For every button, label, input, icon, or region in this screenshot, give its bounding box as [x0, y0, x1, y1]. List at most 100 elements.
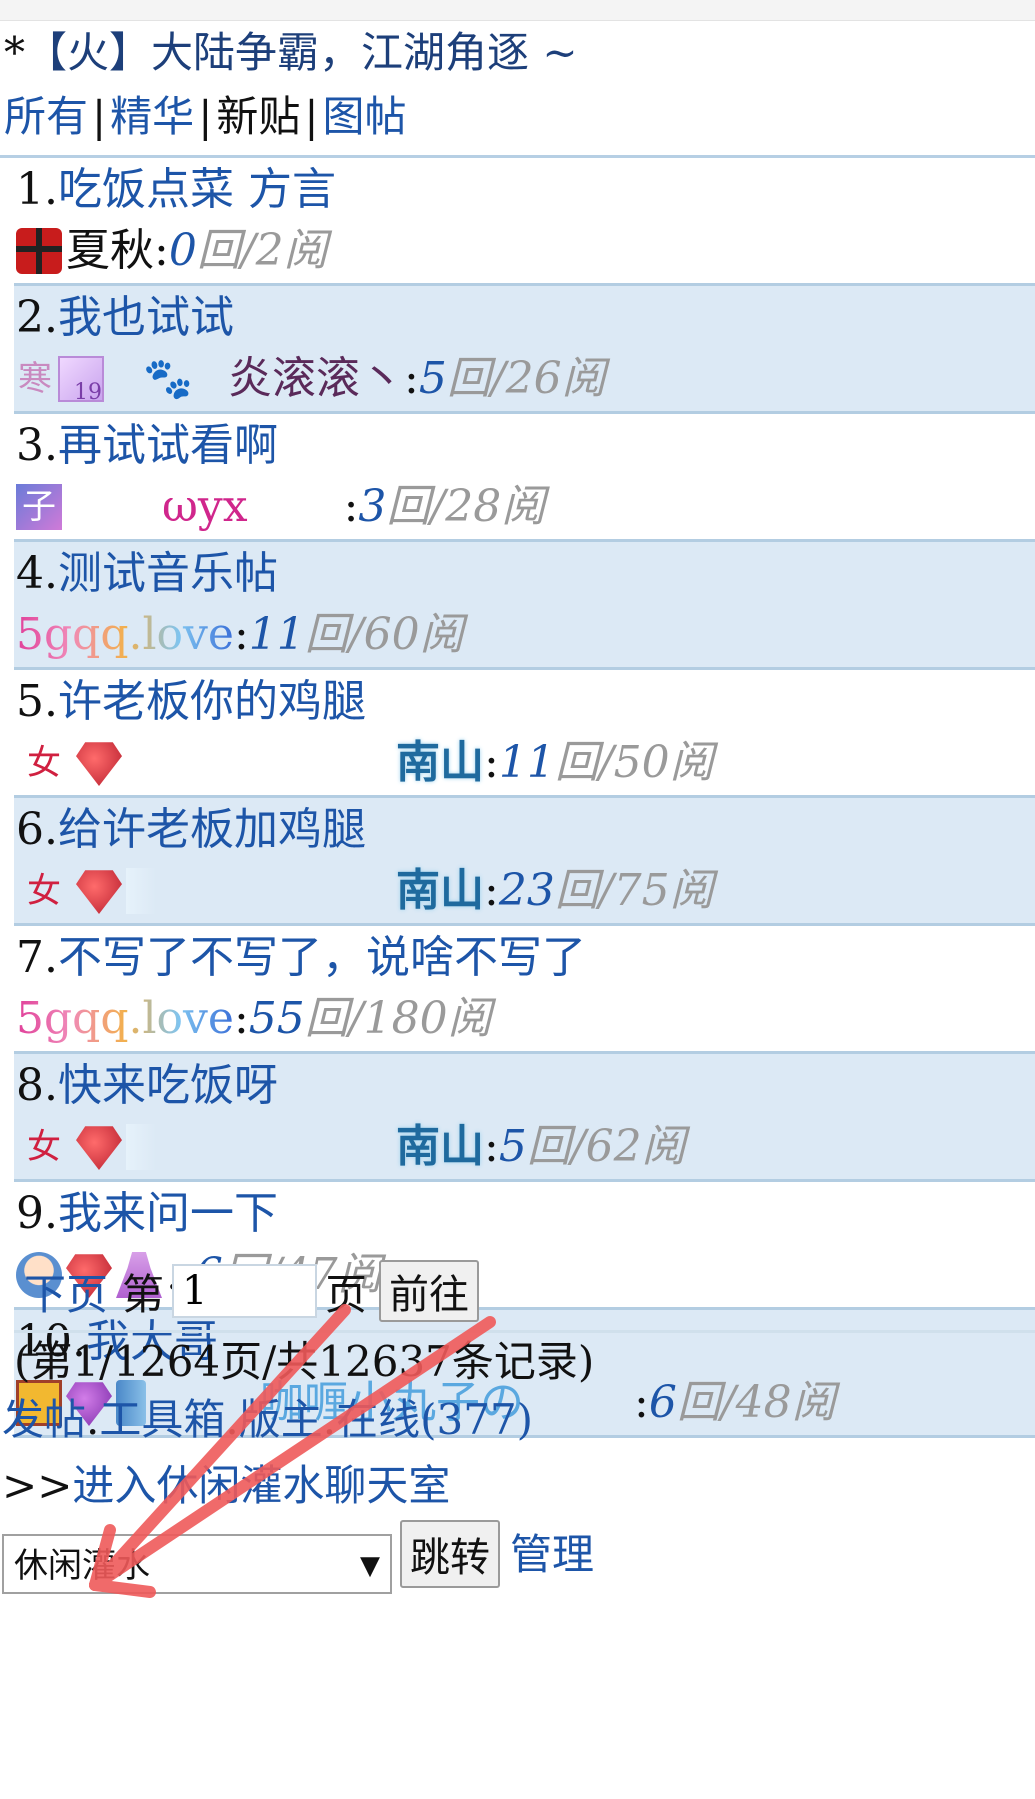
list-item: 6.给许老板加鸡腿 女 南山:23 回/75阅 — [14, 798, 1035, 926]
cold-seal-icon: 寒 — [18, 359, 52, 399]
jump-button[interactable]: 跳转 — [400, 1520, 500, 1588]
post-title-link[interactable]: 不写了不写了，说啥不写了 — [58, 932, 586, 983]
post-list: 1.吃饭点菜 方言 夏秋:0 回/2阅 2.我也试试 寒 19 🐾 炎滚滚丶:5 回… — [0, 155, 1035, 1438]
post-author[interactable]: 夏秋 — [66, 220, 154, 282]
read-count: 回/180阅 — [304, 993, 492, 1044]
list-item: 2.我也试试 寒 19 🐾 炎滚滚丶:5 回/26阅 — [14, 286, 1035, 414]
post-title-link[interactable]: 我来问一下 — [58, 1188, 278, 1239]
forum-jump-bar: 休闲灌水 ▼ 跳转 管理 — [2, 1520, 594, 1594]
go-button[interactable]: 前往 — [379, 1260, 480, 1322]
page-suffix: 页 — [325, 1269, 368, 1319]
reply-count: 0 — [168, 225, 197, 276]
tab-new-current: 新贴 — [216, 92, 301, 141]
post-index: 1. — [16, 164, 58, 215]
reply-count: 11 — [498, 737, 555, 788]
chat-prefix: >> — [2, 1461, 73, 1510]
list-item: 1.吃饭点菜 方言 夏秋:0 回/2阅 — [14, 158, 1035, 286]
colon: : — [484, 737, 499, 788]
read-count: 回/26阅 — [446, 353, 606, 404]
chevron-down-icon: ▼ — [360, 1551, 380, 1581]
manage-link[interactable]: 管理 — [510, 1520, 594, 1590]
dot-separator: . — [322, 1395, 337, 1444]
read-count: 回/60阅 — [304, 609, 464, 660]
glow-decoration — [126, 868, 156, 914]
female-icon: 女 — [27, 743, 61, 783]
post-title-link[interactable]: 快来吃饭呀 — [58, 1060, 278, 1111]
post-author[interactable]: ωyx — [162, 476, 248, 538]
chatroom-entry: >>进入休闲灌水聊天室 — [2, 1458, 450, 1514]
reply-count: 23 — [498, 865, 555, 916]
ruby-gem-icon — [76, 742, 122, 786]
post-author[interactable]: 炎滚滚丶 — [228, 348, 404, 410]
post-author[interactable]: 5gqq.love — [16, 604, 234, 666]
divider — [14, 1330, 1035, 1333]
post-author[interactable]: 南山 — [396, 860, 484, 922]
post-index: 9. — [16, 1188, 58, 1239]
read-count: 回/28阅 — [386, 481, 546, 532]
post-author[interactable]: 5gqq.love — [16, 988, 234, 1050]
colon: : — [634, 1377, 649, 1428]
colon: : — [154, 225, 169, 276]
dot-separator: . — [225, 1395, 239, 1444]
read-count: 回/75阅 — [554, 865, 714, 916]
filter-tabs: 所有|精华|新贴|图帖 — [4, 85, 1035, 149]
list-item: 8.快来吃饭呀 女 南山:5 回/62阅 — [14, 1054, 1035, 1182]
female-icon: 女 — [27, 871, 61, 911]
paw-icon: 🐾 — [143, 356, 193, 402]
tab-image-posts[interactable]: 图帖 — [323, 92, 407, 141]
tab-featured[interactable]: 精华 — [110, 92, 194, 141]
reply-count: 6 — [648, 1377, 677, 1428]
forum-title[interactable]: *【火】大陆争霸，江湖角逐 ~ — [4, 21, 1035, 85]
post-index: 7. — [16, 932, 58, 983]
chatroom-link[interactable]: 进入休闲灌水聊天室 — [72, 1461, 450, 1510]
new-post-link[interactable]: 发帖 — [2, 1395, 86, 1444]
forum-title-text[interactable]: 【火】大陆争霸，江湖角逐 ~ — [25, 28, 578, 77]
post-index: 8. — [16, 1060, 58, 1111]
post-title-link[interactable]: 吃饭点菜 方言 — [58, 164, 336, 215]
female-icon: 女 — [27, 1127, 61, 1167]
read-count: 回/50阅 — [554, 737, 714, 788]
post-title-link[interactable]: 给许老板加鸡腿 — [58, 804, 366, 855]
list-item: 3.再试试看啊 子 ωyx :3 回/28阅 — [14, 414, 1035, 542]
colon: : — [233, 609, 249, 660]
next-page-link[interactable]: 下页 — [24, 1261, 108, 1322]
post-title-link[interactable]: 测试音乐帖 — [58, 548, 278, 599]
reply-count: 11 — [248, 609, 305, 660]
reply-count: 5 — [418, 353, 447, 404]
tab-all[interactable]: 所有 — [4, 92, 88, 141]
forum-select[interactable]: 休闲灌水 ▼ — [2, 1534, 392, 1594]
zi-badge-icon: 子 — [16, 484, 62, 530]
post-index: 2. — [16, 292, 58, 343]
dot-separator: . — [86, 1395, 100, 1444]
page-number-input[interactable] — [172, 1264, 318, 1318]
post-author[interactable]: 南山 — [396, 732, 484, 794]
read-count: 回/48阅 — [676, 1377, 836, 1428]
browser-top-strip — [0, 0, 1035, 21]
pager: 下页 第 页 前往 — [24, 1258, 480, 1324]
post-index: 6. — [16, 804, 58, 855]
list-item: 4.测试音乐帖 5gqq.love:11 回/60阅 — [14, 542, 1035, 670]
ruby-gem-icon — [76, 1126, 122, 1170]
colon: : — [404, 353, 419, 404]
post-title-link[interactable]: 再试试看啊 — [58, 420, 278, 471]
tab-separator: | — [304, 92, 319, 141]
colon: : — [233, 993, 249, 1044]
page-stats: (第1/1264页/共12637条记录) — [14, 1337, 595, 1386]
title-star: * — [4, 28, 25, 77]
reply-count: 5 — [498, 1121, 527, 1172]
post-title-link[interactable]: 我也试试 — [58, 292, 234, 343]
read-count: 回/62阅 — [526, 1121, 686, 1172]
read-count: 回/2阅 — [196, 225, 328, 276]
toolbox-link[interactable]: 工具箱 — [99, 1395, 225, 1444]
colon: : — [484, 1121, 499, 1172]
list-item: 5.许老板你的鸡腿 女 南山:11 回/50阅 — [14, 670, 1035, 798]
moderator-link[interactable]: 版主 — [239, 1395, 323, 1444]
post-title-link[interactable]: 许老板你的鸡腿 — [58, 676, 366, 727]
page-prefix: 第 — [122, 1269, 165, 1319]
online-users-link[interactable]: 在线(377) — [336, 1395, 533, 1444]
list-item: 7.不写了不写了，说啥不写了 5gqq.love:55 回/180阅 — [14, 926, 1035, 1054]
reply-count: 55 — [248, 993, 305, 1044]
post-author[interactable]: 南山 — [396, 1116, 484, 1178]
action-links: 发帖.工具箱.版主.在线(377) — [2, 1392, 533, 1448]
gift-icon — [16, 228, 62, 274]
